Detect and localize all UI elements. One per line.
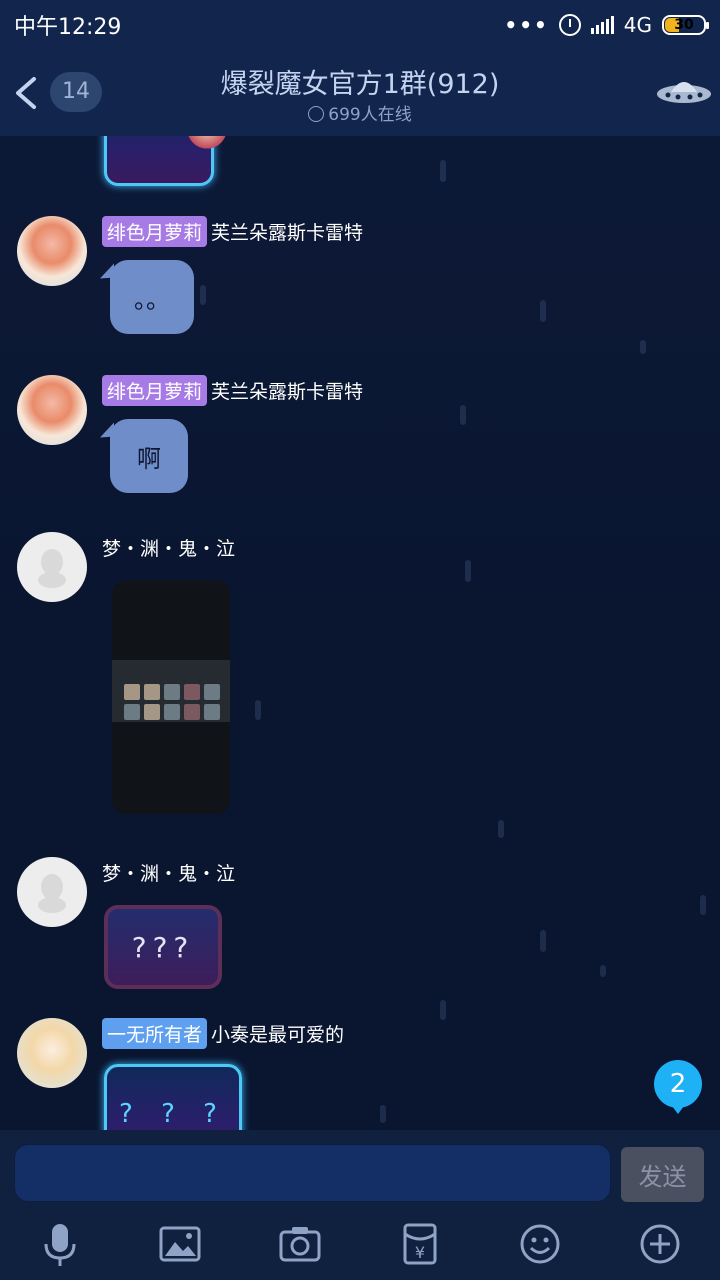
input-toolbar: ¥ <box>0 1220 720 1270</box>
sticker-character <box>185 136 229 153</box>
image-message[interactable] <box>112 580 230 814</box>
avatar[interactable] <box>17 216 87 286</box>
sender-row: 梦・渊・鬼・泣 <box>102 859 235 886</box>
sender-row: 一无所有者 小奏是最可爱的 <box>102 1018 344 1049</box>
online-count: 699人在线 <box>0 100 720 125</box>
image-icon[interactable] <box>156 1220 204 1268</box>
message-bubble[interactable]: 。。 <box>110 260 194 334</box>
avatar[interactable] <box>17 375 87 445</box>
plus-icon[interactable] <box>636 1220 684 1268</box>
svg-text:¥: ¥ <box>415 1243 425 1262</box>
sender-name[interactable]: 小奏是最可爱的 <box>211 1020 344 1047</box>
send-button[interactable]: 发送 <box>621 1147 704 1202</box>
default-avatar-icon <box>38 874 66 913</box>
group-title[interactable]: 爆裂魔女官方1群(912) <box>0 62 720 101</box>
sender-name[interactable]: 芙兰朵露斯卡雷特 <box>211 218 363 245</box>
role-tag: 绯色月萝莉 <box>102 375 208 406</box>
message-input[interactable] <box>14 1144 611 1202</box>
avatar[interactable] <box>17 1018 87 1088</box>
role-tag: 一无所有者 <box>102 1018 208 1049</box>
sender-row: 绯色月萝莉 芙兰朵露斯卡雷特 <box>102 216 363 247</box>
network-type: 4G <box>623 13 652 37</box>
sender-row: 梦・渊・鬼・泣 <box>102 534 235 561</box>
alarm-icon <box>558 14 581 36</box>
red-packet-icon[interactable]: ¥ <box>396 1220 444 1268</box>
ufo-icon[interactable] <box>654 70 714 110</box>
battery-icon: 30 <box>662 15 709 35</box>
sender-name[interactable]: 梦・渊・鬼・泣 <box>102 534 235 561</box>
input-bar: 发送 ¥ <box>0 1130 720 1280</box>
sticker-image[interactable]: ? ? ? <box>104 1064 242 1130</box>
message-bubble[interactable]: 啊 <box>110 419 188 493</box>
sender-name[interactable]: 梦・渊・鬼・泣 <box>102 859 235 886</box>
avatar[interactable] <box>17 532 87 602</box>
status-time: 中午12:29 <box>14 15 122 40</box>
camera-icon[interactable] <box>276 1220 324 1268</box>
status-bar: 中午12:29 ••• 4G 30 <box>0 0 720 50</box>
check-circle-icon <box>308 106 325 122</box>
new-message-badge[interactable]: 2 <box>654 1060 702 1114</box>
battery-level: 30 <box>674 17 694 33</box>
emoji-icon[interactable] <box>516 1220 564 1268</box>
signal-icon <box>590 16 614 34</box>
role-tag: 绯色月萝莉 <box>102 216 208 247</box>
chat-header: 14 爆裂魔女官方1群(912) 699人在线 <box>0 50 720 136</box>
online-count-text: 699人在线 <box>328 105 412 125</box>
more-dots: ••• <box>504 13 549 37</box>
default-avatar-icon <box>38 549 66 588</box>
microphone-icon[interactable] <box>36 1220 84 1268</box>
sticker-image[interactable]: ??? <box>104 905 222 989</box>
sender-name[interactable]: 芙兰朵露斯卡雷特 <box>211 377 363 404</box>
sender-row: 绯色月萝莉 芙兰朵露斯卡雷特 <box>102 375 363 406</box>
sticker-image[interactable]: 好的 <box>104 136 229 186</box>
avatar[interactable] <box>17 857 87 927</box>
chat-list[interactable]: 好的 绯色月萝莉 芙兰朵露斯卡雷特 。。 绯色月萝莉 芙兰朵露斯卡雷特 啊 梦・… <box>0 136 720 1130</box>
